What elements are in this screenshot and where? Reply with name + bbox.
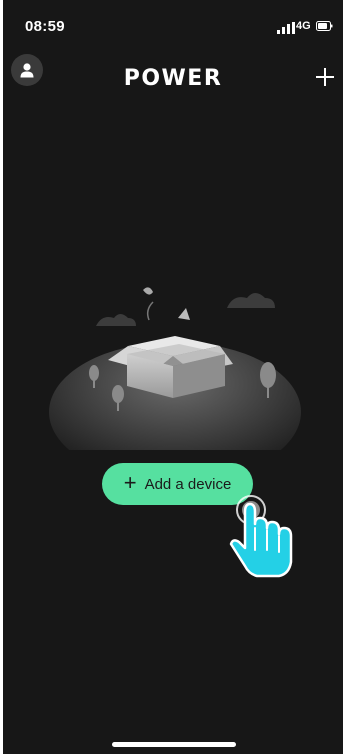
status-bar: 08:59 4G xyxy=(3,0,343,44)
home-indicator[interactable] xyxy=(112,742,236,747)
open-box-icon xyxy=(49,287,301,450)
tap-hand-icon xyxy=(229,495,293,578)
app-header: POWER xyxy=(3,44,343,104)
app-title: POWER xyxy=(123,66,223,91)
network-type: 4G xyxy=(296,20,311,32)
signal-bars-icon xyxy=(277,22,295,34)
app-screen: 08:59 4G POWER + Add a device xyxy=(3,0,343,754)
plus-icon[interactable] xyxy=(313,65,337,89)
add-device-label: Add a device xyxy=(144,475,232,493)
plus-icon: + xyxy=(123,470,137,495)
status-time: 08:59 xyxy=(25,18,65,35)
battery-icon xyxy=(316,21,333,31)
